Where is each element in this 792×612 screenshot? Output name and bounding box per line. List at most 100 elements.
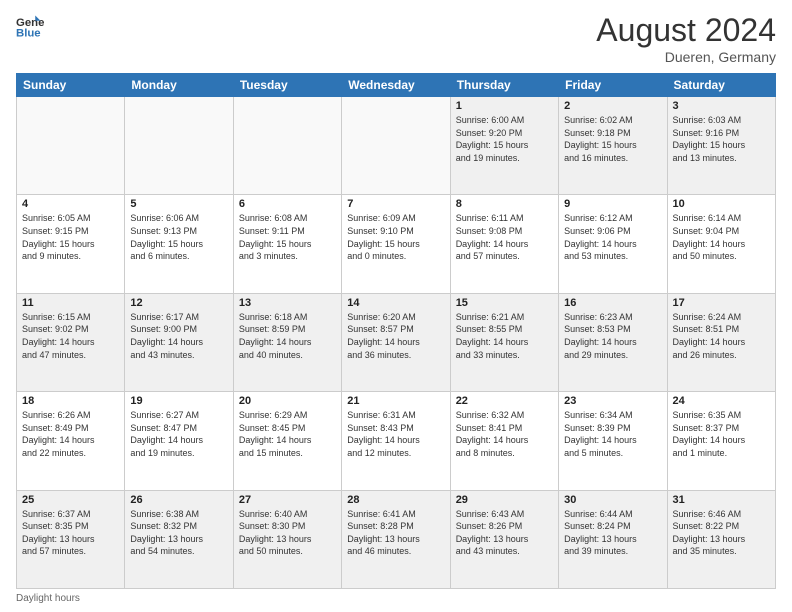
day-number: 20 [239, 395, 336, 407]
day-info: Sunrise: 6:06 AM Sunset: 9:13 PM Dayligh… [130, 212, 227, 262]
day-info: Sunrise: 6:11 AM Sunset: 9:08 PM Dayligh… [456, 212, 553, 262]
calendar-table: SundayMondayTuesdayWednesdayThursdayFrid… [16, 73, 776, 589]
weekday-header-thursday: Thursday [450, 74, 558, 97]
day-info: Sunrise: 6:41 AM Sunset: 8:28 PM Dayligh… [347, 508, 444, 558]
calendar-cell: 31Sunrise: 6:46 AM Sunset: 8:22 PM Dayli… [667, 490, 775, 588]
calendar-cell: 18 Sunrise: 6:26 AM Sunset: 8:49 PM Dayli… [17, 392, 125, 490]
day-number: 25 [22, 494, 119, 506]
day-info: Sunrise: 6:23 AM Sunset: 8:53 PM Dayligh… [564, 311, 661, 361]
day-number: 14 [347, 297, 444, 309]
day-number: 11 [22, 297, 119, 309]
day-number: 28 [347, 494, 444, 506]
calendar-cell: 19 Sunrise: 6:27 AM Sunset: 8:47 PM Dayli… [125, 392, 233, 490]
calendar-cell: 17Sunrise: 6:24 AM Sunset: 8:51 PM Dayli… [667, 293, 775, 391]
day-number: 4 [22, 198, 119, 210]
weekday-header-saturday: Saturday [667, 74, 775, 97]
weekday-header-friday: Friday [559, 74, 667, 97]
calendar-cell: 4 Sunrise: 6:05 AM Sunset: 9:15 PM Daylig… [17, 195, 125, 293]
day-info: Sunrise: 6:38 AM Sunset: 8:32 PM Dayligh… [130, 508, 227, 558]
calendar-cell [342, 97, 450, 195]
day-info: Sunrise: 6:34 AM Sunset: 8:39 PM Dayligh… [564, 409, 661, 459]
calendar-cell: 5 Sunrise: 6:06 AM Sunset: 9:13 PM Daylig… [125, 195, 233, 293]
calendar-cell: 15 Sunrise: 6:21 AM Sunset: 8:55 PM Dayli… [450, 293, 558, 391]
day-info: Sunrise: 6:44 AM Sunset: 8:24 PM Dayligh… [564, 508, 661, 558]
day-number: 2 [564, 100, 661, 112]
page: General Blue August 2024 Dueren, Germany… [0, 0, 792, 612]
svg-text:Blue: Blue [16, 28, 41, 40]
location: Dueren, Germany [596, 49, 776, 65]
day-number: 10 [673, 198, 770, 210]
day-number: 15 [456, 297, 553, 309]
calendar-cell: 24 Sunrise: 6:35 AM Sunset: 8:37 PM Dayli… [667, 392, 775, 490]
calendar-cell: 7Sunrise: 6:09 AM Sunset: 9:10 PM Daylig… [342, 195, 450, 293]
day-number: 8 [456, 198, 553, 210]
day-info: Sunrise: 6:20 AM Sunset: 8:57 PM Dayligh… [347, 311, 444, 361]
day-info: Sunrise: 6:29 AM Sunset: 8:45 PM Dayligh… [239, 409, 336, 459]
logo-icon: General Blue [16, 12, 44, 40]
day-info: Sunrise: 6:05 AM Sunset: 9:15 PM Dayligh… [22, 212, 119, 262]
calendar-cell: 14 Sunrise: 6:20 AM Sunset: 8:57 PM Dayli… [342, 293, 450, 391]
calendar-cell: 16Sunrise: 6:23 AM Sunset: 8:53 PM Dayli… [559, 293, 667, 391]
calendar-cell: 21Sunrise: 6:31 AM Sunset: 8:43 PM Dayli… [342, 392, 450, 490]
day-info: Sunrise: 6:40 AM Sunset: 8:30 PM Dayligh… [239, 508, 336, 558]
day-number: 9 [564, 198, 661, 210]
calendar-cell: 30 Sunrise: 6:44 AM Sunset: 8:24 PM Dayli… [559, 490, 667, 588]
calendar-cell: 6 Sunrise: 6:08 AM Sunset: 9:11 PM Daylig… [233, 195, 341, 293]
day-number: 24 [673, 395, 770, 407]
day-info: Sunrise: 6:08 AM Sunset: 9:11 PM Dayligh… [239, 212, 336, 262]
day-number: 17 [673, 297, 770, 309]
calendar-cell: 8 Sunrise: 6:11 AM Sunset: 9:08 PM Daylig… [450, 195, 558, 293]
day-info: Sunrise: 6:37 AM Sunset: 8:35 PM Dayligh… [22, 508, 119, 558]
day-number: 29 [456, 494, 553, 506]
day-number: 19 [130, 395, 227, 407]
day-info: Sunrise: 6:26 AM Sunset: 8:49 PM Dayligh… [22, 409, 119, 459]
day-info: Sunrise: 6:27 AM Sunset: 8:47 PM Dayligh… [130, 409, 227, 459]
calendar-cell: 27 Sunrise: 6:40 AM Sunset: 8:30 PM Dayli… [233, 490, 341, 588]
day-info: Sunrise: 6:35 AM Sunset: 8:37 PM Dayligh… [673, 409, 770, 459]
day-number: 3 [673, 100, 770, 112]
day-number: 22 [456, 395, 553, 407]
day-number: 31 [673, 494, 770, 506]
day-info: Sunrise: 6:18 AM Sunset: 8:59 PM Dayligh… [239, 311, 336, 361]
day-info: Sunrise: 6:09 AM Sunset: 9:10 PM Dayligh… [347, 212, 444, 262]
calendar-cell: 12 Sunrise: 6:17 AM Sunset: 9:00 PM Dayli… [125, 293, 233, 391]
calendar-cell [17, 97, 125, 195]
month-title: August 2024 [596, 12, 776, 49]
calendar-cell: 2 Sunrise: 6:02 AM Sunset: 9:18 PM Daylig… [559, 97, 667, 195]
day-info: Sunrise: 6:15 AM Sunset: 9:02 PM Dayligh… [22, 311, 119, 361]
day-number: 6 [239, 198, 336, 210]
day-number: 5 [130, 198, 227, 210]
weekday-header-tuesday: Tuesday [233, 74, 341, 97]
calendar-cell: 23Sunrise: 6:34 AM Sunset: 8:39 PM Dayli… [559, 392, 667, 490]
day-info: Sunrise: 6:02 AM Sunset: 9:18 PM Dayligh… [564, 114, 661, 164]
day-info: Sunrise: 6:43 AM Sunset: 8:26 PM Dayligh… [456, 508, 553, 558]
calendar-cell: 20 Sunrise: 6:29 AM Sunset: 8:45 PM Dayli… [233, 392, 341, 490]
calendar-cell: 10 Sunrise: 6:14 AM Sunset: 9:04 PM Dayli… [667, 195, 775, 293]
calendar-cell: 11 Sunrise: 6:15 AM Sunset: 9:02 PM Dayli… [17, 293, 125, 391]
calendar-cell: 9 Sunrise: 6:12 AM Sunset: 9:06 PM Daylig… [559, 195, 667, 293]
day-info: Sunrise: 6:21 AM Sunset: 8:55 PM Dayligh… [456, 311, 553, 361]
calendar-cell: 3 Sunrise: 6:03 AM Sunset: 9:16 PM Daylig… [667, 97, 775, 195]
calendar-cell: 28 Sunrise: 6:41 AM Sunset: 8:28 PM Dayli… [342, 490, 450, 588]
day-number: 27 [239, 494, 336, 506]
weekday-header-sunday: Sunday [17, 74, 125, 97]
title-block: August 2024 Dueren, Germany [596, 12, 776, 65]
day-info: Sunrise: 6:17 AM Sunset: 9:00 PM Dayligh… [130, 311, 227, 361]
day-info: Sunrise: 6:12 AM Sunset: 9:06 PM Dayligh… [564, 212, 661, 262]
day-number: 30 [564, 494, 661, 506]
weekday-header-monday: Monday [125, 74, 233, 97]
calendar-cell: 22Sunrise: 6:32 AM Sunset: 8:41 PM Dayli… [450, 392, 558, 490]
calendar-cell: 25 Sunrise: 6:37 AM Sunset: 8:35 PM Dayli… [17, 490, 125, 588]
day-info: Sunrise: 6:03 AM Sunset: 9:16 PM Dayligh… [673, 114, 770, 164]
footer-note: Daylight hours [16, 593, 776, 604]
day-info: Sunrise: 6:00 AM Sunset: 9:20 PM Dayligh… [456, 114, 553, 164]
header: General Blue August 2024 Dueren, Germany [16, 12, 776, 65]
day-number: 12 [130, 297, 227, 309]
day-number: 18 [22, 395, 119, 407]
day-info: Sunrise: 6:14 AM Sunset: 9:04 PM Dayligh… [673, 212, 770, 262]
weekday-header-wednesday: Wednesday [342, 74, 450, 97]
calendar-cell: 13Sunrise: 6:18 AM Sunset: 8:59 PM Dayli… [233, 293, 341, 391]
calendar-cell [125, 97, 233, 195]
day-number: 1 [456, 100, 553, 112]
day-number: 21 [347, 395, 444, 407]
